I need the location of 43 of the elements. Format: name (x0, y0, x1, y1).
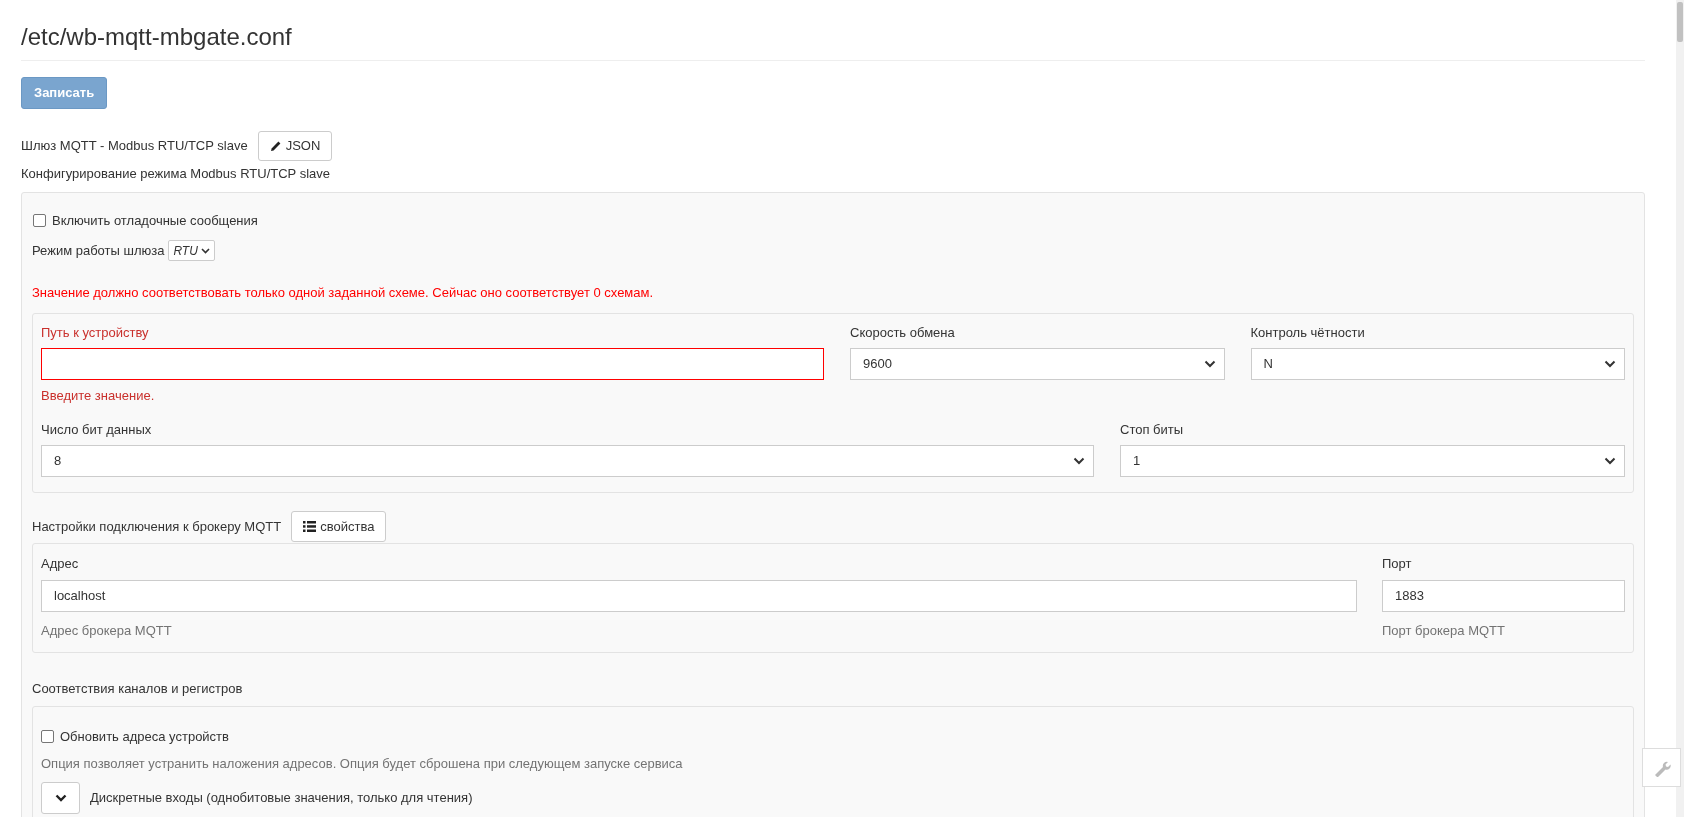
chevron-down-icon (1604, 360, 1616, 368)
list-icon (303, 521, 317, 532)
field-label: Порт (1382, 555, 1413, 573)
chevron-down-icon (54, 793, 67, 802)
checkbox[interactable] (41, 729, 54, 743)
chevron-down-icon (1203, 360, 1216, 368)
pencil-icon (269, 140, 282, 152)
checkbox-label: Обновить адреса устройств (60, 727, 229, 746)
field-label: Путь к устройству (41, 323, 150, 342)
select-field[interactable]: 8 (41, 445, 1094, 477)
field-label: Скорость обмена (850, 323, 956, 342)
help-text: Опция позволяет устранить наложения адресов. Опция будет сброшена при следующем запуске сервиса (41, 755, 684, 773)
field-label: Контроль чётности (1250, 323, 1366, 342)
device-path-input[interactable] (41, 348, 824, 380)
text-input[interactable]: localhost (41, 579, 1357, 612)
scrollbar-thumb[interactable] (1677, 2, 1683, 42)
chevron-down-icon (1604, 457, 1616, 465)
json-button[interactable]: JSON (257, 131, 333, 161)
select-field[interactable]: 1 (1120, 445, 1625, 477)
help-text: Порт брокера MQTT (1382, 621, 1506, 640)
page-title: /etc/wb-mqtt-mbgate.conf (21, 0, 1645, 61)
help-text: Адрес брокера MQTT (41, 621, 173, 640)
properties-button[interactable]: свойства (291, 511, 387, 542)
field-label: Стоп биты (1120, 420, 1185, 439)
schema-title: Шлюз MQTT - Modbus RTU/TCP slave (21, 137, 248, 156)
select-field[interactable]: 9600 (850, 348, 1225, 380)
chevron-down-icon (200, 247, 210, 254)
section-title: Дискретные входы (однобитовые значения, только для чтения) (90, 788, 473, 807)
checkbox-label: Включить отладочные сообщения (52, 211, 258, 230)
field-label: Режим работы шлюза (32, 241, 165, 260)
collapse-button[interactable] (41, 781, 80, 814)
select-field[interactable]: N (1250, 348, 1625, 380)
chevron-down-icon (1073, 457, 1085, 465)
schema-description: Конфигурирование режима Modbus RTU/TCP slave (21, 165, 331, 183)
field-label: Число бит данных (41, 420, 153, 439)
mode-select[interactable]: RTU (168, 240, 215, 261)
checkbox[interactable] (33, 213, 46, 227)
section-title: Настройки подключения к брокеру MQTT (32, 517, 282, 536)
field-label: Адрес (41, 555, 80, 573)
validation-message: Введите значение. (41, 387, 156, 405)
text-input[interactable]: 1883 (1382, 579, 1625, 612)
error-message: Значение должно соответствовать только одной заданной схеме. Сейчас оно соответствует 0 схемам. (32, 284, 655, 302)
section-title: Соответствия каналов и регистров (32, 680, 244, 698)
